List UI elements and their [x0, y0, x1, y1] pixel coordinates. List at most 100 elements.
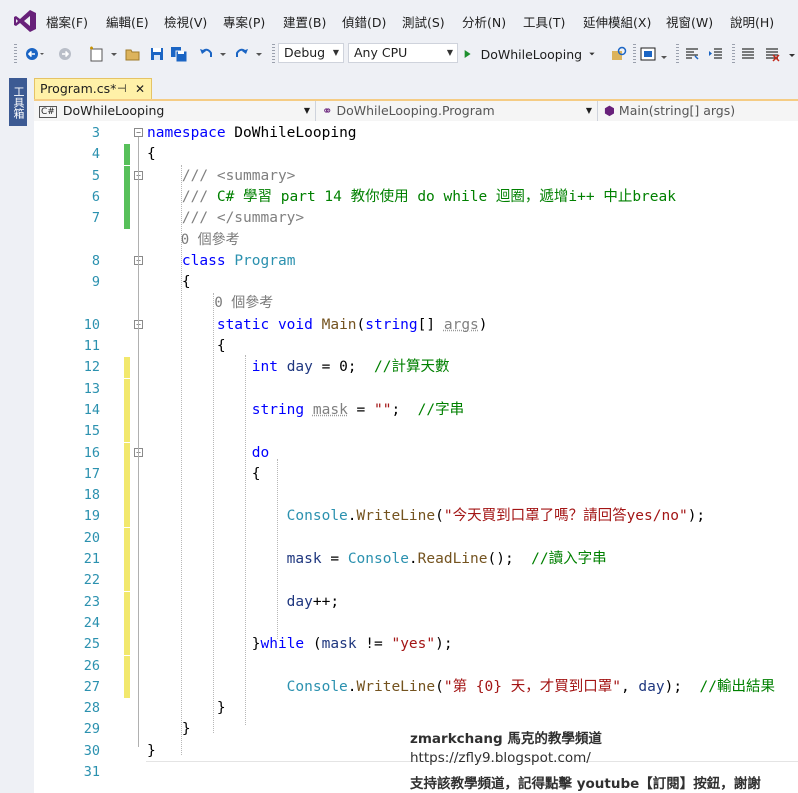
menu-item-9[interactable]: 延伸模組(X): [583, 12, 651, 31]
code-token-plain: (: [304, 636, 322, 653]
code-editor[interactable]: 3− namespace DoWhileLooping 4{5− /// <summ…: [34, 121, 798, 793]
line-number: 25: [83, 636, 100, 653]
close-icon[interactable]: ✕: [135, 79, 145, 99]
solution-configuration-select[interactable]: Debug ▼: [278, 43, 344, 63]
menu-item-1[interactable]: 編輯(E): [106, 12, 149, 31]
code-line[interactable]: 16− do: [34, 442, 798, 464]
format-document-icon[interactable]: [682, 44, 702, 64]
code-line[interactable]: 10− static void Main(string[] args): [34, 315, 798, 336]
code-line[interactable]: 25 }while (mask != "yes");: [34, 634, 798, 656]
code-line[interactable]: 28 }: [34, 698, 798, 719]
code-line[interactable]: 20: [34, 527, 798, 549]
visual-studio-logo-icon: [12, 8, 38, 34]
tab-program-cs[interactable]: Program.cs* ⊣ ✕: [34, 78, 152, 100]
code-line[interactable]: 27 Console.WriteLine("第 {0} 天，才買到口罩", da…: [34, 676, 798, 698]
watermark-channel: zmarkchang 馬克的教學頻道: [410, 731, 602, 747]
line-number: 31: [83, 764, 100, 780]
menu-item-8[interactable]: 工具(T): [523, 12, 565, 31]
menu-item-11[interactable]: 說明(H): [730, 12, 774, 31]
code-line[interactable]: 0 個參考: [34, 293, 798, 314]
code-line[interactable]: 8− class Program: [34, 251, 798, 272]
code-line[interactable]: 3 − namespace DoWhileLooping: [34, 123, 798, 144]
code-token-type: Console: [147, 678, 348, 695]
member-dropdown[interactable]: ⬢ Main(string[] args): [600, 101, 798, 121]
change-marker-unsaved: [124, 442, 130, 464]
code-token-faded: args: [443, 316, 479, 333]
toolbar-separator: [732, 44, 735, 64]
toolbar-overflow-icon[interactable]: [786, 44, 798, 64]
menu-item-3[interactable]: 專案(P): [223, 12, 265, 31]
code-line[interactable]: 14 string mask = ""; //字串: [34, 399, 798, 421]
project-dropdown[interactable]: C# DoWhileLooping ▼: [34, 101, 316, 121]
menu-item-5[interactable]: 偵錯(D): [342, 12, 386, 31]
open-file-icon[interactable]: [124, 44, 142, 64]
menu-item-6[interactable]: 測試(S): [402, 12, 445, 31]
code-line[interactable]: 12 int day = 0; //計算天數: [34, 357, 798, 379]
undo-icon[interactable]: [198, 44, 230, 64]
code-line[interactable]: 4{: [34, 144, 798, 166]
code-token-string: "今天買到口罩了嗎？請回答yes/no": [443, 508, 688, 525]
menu-item-10[interactable]: 視窗(W): [666, 12, 713, 31]
code-token-comment: C# 學習 part 14 教你使用 do while 迴圈，遞增i++ 中止b…: [216, 188, 676, 205]
solution-platform-value: Any CPU: [354, 45, 408, 60]
collapse-toggle-icon[interactable]: −: [134, 128, 143, 137]
pin-icon[interactable]: ⊣: [117, 79, 127, 99]
code-token-method: WriteLine: [356, 678, 436, 695]
code-line[interactable]: 19 Console.WriteLine("今天買到口罩了嗎？請回答yes/no…: [34, 506, 798, 528]
menu-item-2[interactable]: 檢視(V): [164, 12, 207, 31]
code-line[interactable]: 23 day++;: [34, 591, 798, 613]
code-line[interactable]: 24: [34, 612, 798, 634]
line-number: 8: [91, 252, 100, 269]
change-marker-saved: [124, 208, 130, 230]
code-line[interactable]: 9 {: [34, 272, 798, 293]
change-marker-unsaved: [124, 506, 130, 528]
start-debugging-button[interactable]: DoWhileLooping: [462, 44, 596, 64]
code-text: {: [147, 144, 156, 165]
code-line[interactable]: 15: [34, 421, 798, 443]
back-icon[interactable]: [22, 44, 48, 64]
comment-out-icon[interactable]: [738, 44, 758, 64]
menu-item-0[interactable]: 檔案(F): [46, 12, 88, 31]
code-token-plain: .: [408, 551, 418, 567]
save-icon[interactable]: [148, 44, 166, 64]
find-in-files-icon[interactable]: [608, 44, 630, 64]
code-token-plain: = 0;: [312, 359, 374, 376]
toolbar-grip[interactable]: [14, 44, 17, 64]
code-line[interactable]: 18: [34, 485, 798, 507]
code-line[interactable]: 0 個參考: [34, 230, 798, 251]
change-marker-unsaved: [124, 485, 130, 507]
code-text: static void Main(string[] args): [147, 315, 488, 336]
change-marker-unsaved: [124, 612, 130, 634]
increase-indent-icon[interactable]: [706, 44, 726, 64]
solution-platform-select[interactable]: Any CPU ▼: [348, 43, 458, 63]
code-line[interactable]: 21 mask = Console.ReadLine(); //讀入字串: [34, 549, 798, 570]
toolbox-side-tab[interactable]: 工具箱: [9, 78, 27, 126]
line-number: 7: [91, 210, 100, 227]
code-line[interactable]: 11 {: [34, 336, 798, 357]
code-text: }while (mask != "yes");: [147, 634, 453, 655]
uncomment-icon[interactable]: [762, 44, 782, 64]
menu-item-4[interactable]: 建置(B): [283, 12, 326, 31]
save-all-icon[interactable]: [170, 44, 188, 64]
code-token-plain: }: [147, 721, 191, 738]
forward-icon[interactable]: [54, 44, 76, 64]
code-token-comment: //計算天數: [374, 359, 450, 376]
code-line[interactable]: 17 {: [34, 463, 798, 485]
indent-guide: [181, 165, 182, 755]
code-line[interactable]: 5− /// <summary>: [34, 165, 798, 187]
code-line[interactable]: 6 /// C# 學習 part 14 教你使用 do while 迴圈，遞增i…: [34, 186, 798, 208]
window-layout-icon[interactable]: [638, 44, 672, 64]
code-token-plain: ,: [620, 678, 639, 695]
menu-item-7[interactable]: 分析(N): [462, 12, 506, 31]
document-tab-strip: Program.cs* ⊣ ✕: [34, 78, 798, 100]
code-line[interactable]: 26: [34, 655, 798, 677]
code-line[interactable]: 22: [34, 570, 798, 592]
chevron-down-icon: ▼: [332, 48, 339, 57]
code-line[interactable]: 7 /// </summary>: [34, 208, 798, 230]
new-project-icon[interactable]: [86, 44, 122, 64]
code-token-type: Program: [234, 252, 296, 269]
toolbar-separator: [676, 44, 679, 64]
code-line[interactable]: 13: [34, 378, 798, 400]
class-dropdown[interactable]: ⚭ DoWhileLooping.Program ▼: [318, 101, 598, 121]
redo-icon[interactable]: [234, 44, 266, 64]
